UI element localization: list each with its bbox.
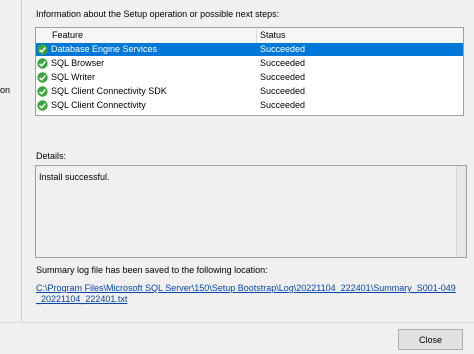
feature-name: Database Engine Services bbox=[51, 44, 158, 54]
main-content: Information about the Setup operation or… bbox=[22, 0, 474, 322]
close-button[interactable]: Close bbox=[398, 329, 463, 350]
info-label: Information about the Setup operation or… bbox=[36, 9, 280, 19]
feature-name: SQL Writer bbox=[51, 72, 96, 82]
summary-log-label: Summary log file has been saved to the f… bbox=[36, 265, 268, 275]
feature-name: SQL Client Connectivity bbox=[51, 100, 146, 110]
left-nav-panel: on bbox=[0, 0, 22, 322]
feature-name: SQL Client Connectivity SDK bbox=[51, 86, 167, 96]
grid-header: Feature Status bbox=[36, 28, 463, 44]
table-row[interactable]: SQL Client Connectivity SDK Succeeded bbox=[36, 85, 463, 98]
footer-bar: Close bbox=[0, 322, 474, 354]
success-check-icon bbox=[37, 58, 48, 69]
feature-status: Succeeded bbox=[260, 72, 306, 82]
details-scrollbar[interactable] bbox=[456, 166, 466, 257]
column-header-status[interactable]: Status bbox=[260, 30, 286, 40]
left-nav-item-label: on bbox=[0, 85, 11, 95]
details-textbox[interactable]: Install successful. bbox=[35, 165, 467, 258]
table-row[interactable]: SQL Writer Succeeded bbox=[36, 71, 463, 84]
feature-status: Succeeded bbox=[260, 44, 306, 54]
feature-status: Succeeded bbox=[260, 58, 306, 68]
details-text: Install successful. bbox=[39, 172, 110, 182]
success-check-icon bbox=[37, 44, 48, 55]
summary-log-link[interactable]: C:\Program Files\Microsoft SQL Server\15… bbox=[36, 283, 458, 305]
success-check-icon bbox=[37, 72, 48, 83]
details-label: Details: bbox=[36, 151, 67, 161]
table-row[interactable]: Database Engine Services Succeeded bbox=[36, 43, 463, 56]
column-header-feature[interactable]: Feature bbox=[52, 30, 83, 40]
feature-name: SQL Browser bbox=[51, 58, 105, 68]
success-check-icon bbox=[37, 86, 48, 97]
feature-status-grid[interactable]: Feature Status Database Engine Services … bbox=[35, 27, 464, 116]
table-row[interactable]: SQL Client Connectivity Succeeded bbox=[36, 99, 463, 112]
column-separator[interactable] bbox=[256, 28, 257, 43]
success-check-icon bbox=[37, 100, 48, 111]
feature-status: Succeeded bbox=[260, 100, 306, 110]
table-row[interactable]: SQL Browser Succeeded bbox=[36, 57, 463, 70]
feature-status: Succeeded bbox=[260, 86, 306, 96]
